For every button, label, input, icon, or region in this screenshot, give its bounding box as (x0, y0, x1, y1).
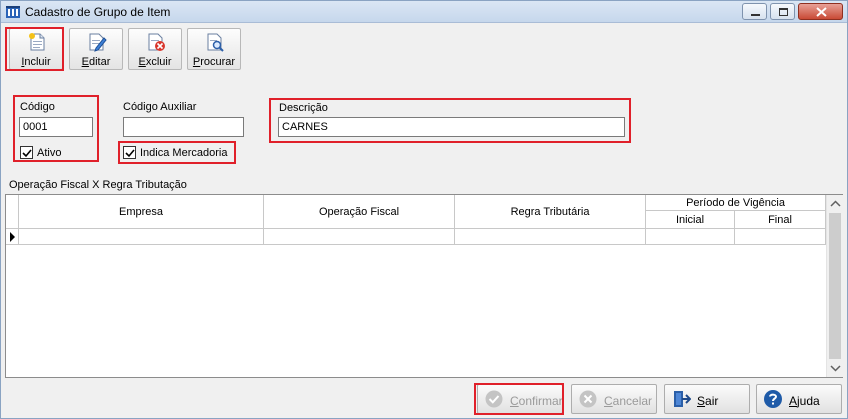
scroll-down-icon (830, 365, 841, 372)
row-indicator[interactable] (6, 229, 19, 245)
row-indicator-header (6, 195, 19, 229)
column-header-operacao-fiscal[interactable]: Operação Fiscal (264, 195, 455, 229)
ajuda-label: Ajuda (789, 394, 820, 408)
incluir-label: Incluir (21, 56, 51, 68)
title-bar: Cadastro de Grupo de Item (1, 1, 847, 23)
cell-operacao-fiscal[interactable] (264, 229, 455, 245)
cancelar-button[interactable]: Cancelar (571, 384, 657, 414)
checkmark-icon (125, 149, 135, 158)
codigo-input[interactable] (19, 117, 93, 137)
scroll-up-icon (830, 200, 841, 207)
excluir-button[interactable]: Excluir (128, 28, 182, 70)
fiscal-grid: Empresa Operação Fiscal Regra Tributária… (5, 194, 843, 378)
window-title: Cadastro de Grupo de Item (25, 5, 171, 19)
editar-button[interactable]: Editar (69, 28, 123, 70)
ativo-checkbox[interactable] (20, 146, 33, 159)
help-question-icon (764, 390, 782, 408)
cell-regra-tributaria[interactable] (455, 229, 646, 245)
editar-label: Editar (81, 56, 111, 68)
minimize-button[interactable] (742, 3, 767, 20)
sair-label: Sair (697, 394, 719, 408)
confirmar-button[interactable]: Confirmar (477, 384, 563, 414)
checkmark-icon (22, 149, 32, 158)
codigo-auxiliar-label: Código Auxiliar (123, 101, 197, 113)
cell-inicial[interactable] (646, 229, 735, 245)
descricao-input[interactable] (278, 117, 625, 137)
column-header-empresa[interactable]: Empresa (19, 195, 264, 229)
app-icon (6, 6, 20, 18)
exit-door-icon (674, 391, 691, 407)
maximize-button[interactable] (770, 3, 795, 20)
ativo-label: Ativo (37, 147, 62, 159)
ajuda-button[interactable]: Ajuda (756, 384, 842, 414)
search-document-icon (207, 33, 224, 52)
scroll-thumb[interactable] (829, 213, 841, 359)
column-header-final[interactable]: Final (735, 211, 826, 229)
column-header-inicial[interactable]: Inicial (646, 211, 735, 229)
incluir-button[interactable]: Incluir (9, 28, 63, 70)
maximize-icon (779, 8, 788, 16)
indica-mercadoria-label: Indica Mercadoria (140, 147, 228, 159)
edit-pencil-icon (89, 33, 107, 52)
descricao-label: Descrição (279, 102, 328, 114)
column-header-periodo-vigencia: Período de Vigência (646, 195, 826, 211)
excluir-label: Excluir (138, 56, 172, 68)
confirmar-label: Confirmar (510, 394, 563, 408)
procurar-button[interactable]: Procurar (187, 28, 241, 70)
cell-final[interactable] (735, 229, 826, 245)
toolbar: Incluir Editar Excluir Procurar (3, 25, 846, 72)
procurar-label: Procurar (192, 56, 236, 68)
indica-mercadoria-checkbox[interactable] (123, 146, 136, 159)
grid-vertical-scrollbar[interactable] (826, 195, 843, 377)
codigo-label: Código (20, 101, 55, 113)
confirm-check-icon (485, 390, 503, 408)
cancelar-label: Cancelar (604, 394, 653, 408)
close-window-button[interactable] (798, 3, 843, 20)
sair-button[interactable]: Sair (664, 384, 750, 414)
delete-document-icon (148, 33, 165, 51)
current-row-arrow-icon (10, 232, 15, 242)
column-header-regra-tributaria[interactable]: Regra Tributária (455, 195, 646, 229)
cell-empresa[interactable] (19, 229, 264, 245)
new-document-icon (29, 33, 45, 51)
close-icon (816, 7, 827, 17)
codigo-auxiliar-input[interactable] (123, 117, 244, 137)
minimize-icon (751, 14, 760, 16)
group-title: Operação Fiscal X Regra Tributação (9, 179, 187, 191)
cancel-x-icon (579, 390, 597, 408)
main-window: Cadastro de Grupo de Item Incluir Editar… (0, 0, 848, 419)
